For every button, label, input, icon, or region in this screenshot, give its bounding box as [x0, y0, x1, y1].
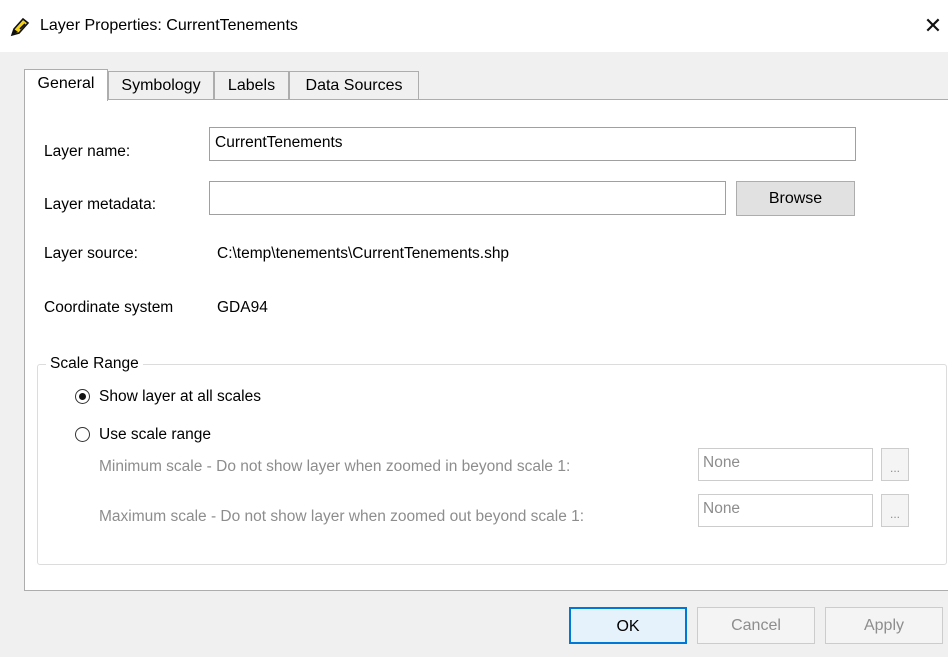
layer-properties-dialog: Layer Properties: CurrentTenements ✕ Gen…: [0, 0, 948, 657]
scale-range-title: Scale Range: [46, 355, 143, 373]
ok-button[interactable]: OK: [569, 607, 687, 644]
maximum-scale-input[interactable]: None: [698, 494, 873, 527]
qgis-style-pencil-icon: [10, 17, 30, 37]
coordinate-system-label: Coordinate system: [44, 299, 174, 316]
tab-labels[interactable]: Labels: [214, 71, 289, 99]
radio-use-scale-range[interactable]: [75, 427, 90, 442]
minimum-scale-label: Minimum scale - Do not show layer when z…: [99, 458, 571, 475]
maximum-scale-label: Maximum scale - Do not show layer when z…: [99, 508, 585, 525]
show-all-scales-label[interactable]: Show layer at all scales: [99, 388, 261, 406]
cancel-button[interactable]: Cancel: [697, 607, 815, 644]
tab-data-sources[interactable]: Data Sources: [289, 71, 419, 99]
layer-source-value: C:\temp\tenements\CurrentTenements.shp: [217, 245, 510, 262]
window-title: Layer Properties: CurrentTenements: [40, 17, 298, 34]
minimum-scale-ellipsis-button[interactable]: ...: [881, 448, 909, 481]
use-scale-range-label[interactable]: Use scale range: [99, 426, 211, 444]
title-bar: Layer Properties: CurrentTenements ✕: [0, 0, 948, 52]
radio-show-all-scales[interactable]: [75, 389, 90, 404]
layer-source-label: Layer source:: [44, 245, 138, 262]
radio-selected-dot: [79, 393, 86, 400]
apply-button[interactable]: Apply: [825, 607, 943, 644]
layer-name-input[interactable]: CurrentTenements: [209, 127, 856, 161]
tab-general[interactable]: General: [24, 69, 108, 101]
layer-name-label: Layer name:: [44, 143, 131, 160]
close-icon[interactable]: ✕: [918, 8, 948, 44]
browse-button[interactable]: Browse: [736, 181, 855, 216]
minimum-scale-input[interactable]: None: [698, 448, 873, 481]
layer-metadata-input[interactable]: [209, 181, 726, 215]
maximum-scale-ellipsis-button[interactable]: ...: [881, 494, 909, 527]
tab-symbology[interactable]: Symbology: [108, 71, 214, 99]
coordinate-system-value: GDA94: [217, 299, 268, 316]
layer-metadata-label: Layer metadata:: [44, 196, 157, 213]
